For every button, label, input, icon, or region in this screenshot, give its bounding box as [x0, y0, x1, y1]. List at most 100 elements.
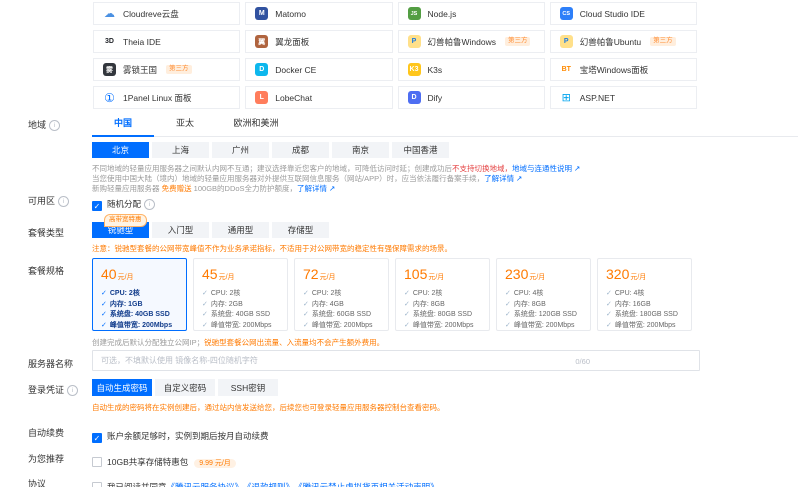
login-ssh-key[interactable]: SSH密钥: [218, 379, 278, 396]
spec-disk: 系统盘: 40GB SSD: [110, 311, 170, 318]
nodejs-icon: JS: [408, 7, 421, 20]
city-list: 北京 上海 广州 成都 南京 中国香港: [92, 142, 798, 158]
app-card-cloud-studio[interactable]: CS Cloud Studio IDE: [550, 2, 697, 25]
app-name: ASP.NET: [580, 93, 615, 103]
app-card-k3s[interactable]: K3 K3s: [398, 58, 545, 81]
app-card-matomo[interactable]: M Matomo: [245, 2, 392, 25]
plan-type-storage[interactable]: 存储型: [272, 222, 329, 238]
random-assign-checkbox[interactable]: [92, 201, 102, 211]
app-name: Cloud Studio IDE: [580, 9, 645, 19]
spec-cpu: CPU: 4核: [514, 290, 544, 297]
login-options: 自动生成密码 自定义密码 SSH密钥: [92, 379, 445, 396]
crypto-ban-statement-link[interactable]: 《腾讯云禁止虚拟货币相关活动声明》: [298, 482, 438, 487]
app-card-yilong-panel[interactable]: 翼 翼龙面板: [245, 30, 392, 53]
ddos-learn-more-link[interactable]: 了解详情 ↗: [297, 184, 335, 193]
city-hongkong[interactable]: 中国香港: [392, 142, 449, 158]
app-name: 翼龙面板: [275, 36, 309, 48]
third-party-badge: 第三方: [650, 37, 676, 46]
plan-type-general[interactable]: 通用型: [212, 222, 269, 238]
plan-card-45[interactable]: 45元/月 CPU: 2核 内存: 2GB 系统盘: 40GB SSD 峰值带宽…: [193, 258, 288, 331]
spec-bandwidth: 峰值带宽: 200Mbps: [514, 322, 575, 329]
theia-icon: 3D: [103, 35, 116, 48]
cloud-studio-icon: CS: [560, 7, 573, 20]
tab-china[interactable]: 中国: [92, 112, 154, 137]
app-card-nodejs[interactable]: JS Node.js: [398, 2, 545, 25]
auto-renew-text: 账户余额足够时，实例到期后按月自动续费: [107, 431, 269, 441]
refund-rules-link[interactable]: 《退款规则》: [247, 482, 290, 487]
app-name: 幻兽帕鲁Windows: [428, 36, 496, 48]
tab-asia-pacific[interactable]: 亚太: [154, 112, 216, 136]
login-note: 自动生成的密码将在实例创建后，通过站内信发送给您，后续您也可登录轻量应用服务器控…: [92, 403, 445, 413]
app-card-enshrouded[interactable]: 雾 雾锁王国 第三方: [93, 58, 240, 81]
app-card-lobechat[interactable]: L LobeChat: [245, 86, 392, 109]
enshrouded-icon: 雾: [103, 63, 116, 76]
app-card-palworld-windows[interactable]: P 幻兽帕鲁Windows 第三方: [398, 30, 545, 53]
icp-learn-more-link[interactable]: 了解详情 ↗: [484, 174, 522, 183]
docker-icon: D: [255, 63, 268, 76]
spec-memory: 内存: 1GB: [110, 301, 143, 308]
agreement-checkbox[interactable]: [92, 482, 102, 487]
region-tabs: 中国 亚太 欧洲和美洲: [92, 112, 798, 137]
plan-card-105[interactable]: 105元/月 CPU: 2核 内存: 8GB 系统盘: 80GB SSD 峰值带…: [395, 258, 490, 331]
app-card-aspnet[interactable]: ⊞ ASP.NET: [550, 86, 697, 109]
auto-renew-checkbox[interactable]: [92, 433, 102, 443]
app-name: 雾锁王国: [123, 64, 157, 76]
region-connectivity-link[interactable]: 地域与连通性说明 ↗: [512, 164, 580, 173]
info-icon[interactable]: [144, 199, 155, 210]
plan-type-entry[interactable]: 入门型: [152, 222, 209, 238]
plan-price: 72: [303, 266, 319, 282]
plan-card-320[interactable]: 320元/月 CPU: 4核 内存: 16GB 系统盘: 180GB SSD 峰…: [597, 258, 692, 331]
zone-label-text: 可用区: [28, 196, 55, 206]
note-text: 不同地域的轻量应用服务器之间默认内网不互通；建议选择靠近您客户的地域，可降低访问…: [92, 164, 452, 173]
app-name: Matomo: [275, 9, 306, 19]
app-card-bt-windows-panel[interactable]: BT 宝塔Windows面板: [550, 58, 697, 81]
tab-europe-america[interactable]: 欧洲和美洲: [216, 112, 296, 136]
info-icon[interactable]: [67, 385, 78, 396]
recommend-label: 为您推荐: [28, 452, 64, 465]
login-auto-password[interactable]: 自动生成密码: [92, 379, 152, 396]
server-name-input[interactable]: [92, 350, 700, 371]
app-name: K3s: [428, 65, 443, 75]
info-icon[interactable]: [49, 120, 60, 131]
app-name: Node.js: [428, 9, 457, 19]
agreement-label: 协议: [28, 477, 46, 487]
plan-card-40[interactable]: 40元/月 CPU: 2核 内存: 1GB 系统盘: 40GB SSD 峰值带宽…: [92, 258, 187, 331]
city-nanjing[interactable]: 南京: [332, 142, 389, 158]
bt-panel-icon: BT: [560, 63, 573, 76]
login-custom-password[interactable]: 自定义密码: [155, 379, 215, 396]
lobechat-icon: L: [255, 91, 268, 104]
city-shanghai[interactable]: 上海: [152, 142, 209, 158]
plan-price: 105: [404, 266, 427, 282]
spec-cpu: CPU: 2核: [312, 290, 342, 297]
check-icon: [303, 311, 312, 318]
recommend-checkbox[interactable]: [92, 457, 102, 467]
app-card-cloudreve[interactable]: ☁ Cloudreve云盘: [93, 2, 240, 25]
app-card-docker[interactable]: D Docker CE: [245, 58, 392, 81]
check-icon: [101, 290, 110, 297]
plan-price-unit: 元/月: [630, 274, 646, 281]
app-card-palworld-ubuntu[interactable]: P 幻兽帕鲁Ubuntu 第三方: [550, 30, 697, 53]
city-chengdu[interactable]: 成都: [272, 142, 329, 158]
app-card-theia[interactable]: 3D Theia IDE: [93, 30, 240, 53]
plan-card-72[interactable]: 72元/月 CPU: 2核 内存: 4GB 系统盘: 60GB SSD 峰值带宽…: [294, 258, 389, 331]
check-icon: [303, 290, 312, 297]
plan-type-label: 套餐类型: [28, 226, 64, 239]
char-counter: 0/60: [575, 357, 590, 366]
info-icon[interactable]: [58, 196, 69, 207]
check-icon: [404, 290, 413, 297]
city-beijing[interactable]: 北京: [92, 142, 149, 158]
plan-price-unit: 元/月: [428, 274, 444, 281]
server-name-label: 服务器名称: [28, 357, 73, 370]
app-card-dify[interactable]: D Dify: [398, 86, 545, 109]
app-name: Dify: [428, 93, 443, 103]
aspnet-icon: ⊞: [560, 91, 573, 104]
zone-label: 可用区: [28, 194, 69, 207]
plan-card-230[interactable]: 230元/月 CPU: 4核 内存: 8GB 系统盘: 120GB SSD 峰值…: [496, 258, 591, 331]
city-guangzhou[interactable]: 广州: [212, 142, 269, 158]
service-agreement-link[interactable]: 《腾讯云服务协议》: [167, 482, 239, 487]
plan-ip-note: 创建完成后默认分配独立公网IP；锐驰型套餐公网出流量、入流量均不会产生额外费用。: [92, 338, 692, 348]
app-card-1panel[interactable]: ① 1Panel Linux 面板: [93, 86, 240, 109]
login-label: 登录凭证: [28, 383, 78, 396]
login-label-text: 登录凭证: [28, 385, 64, 395]
note-text: 创建完成后默认分配独立公网IP；: [92, 338, 204, 347]
